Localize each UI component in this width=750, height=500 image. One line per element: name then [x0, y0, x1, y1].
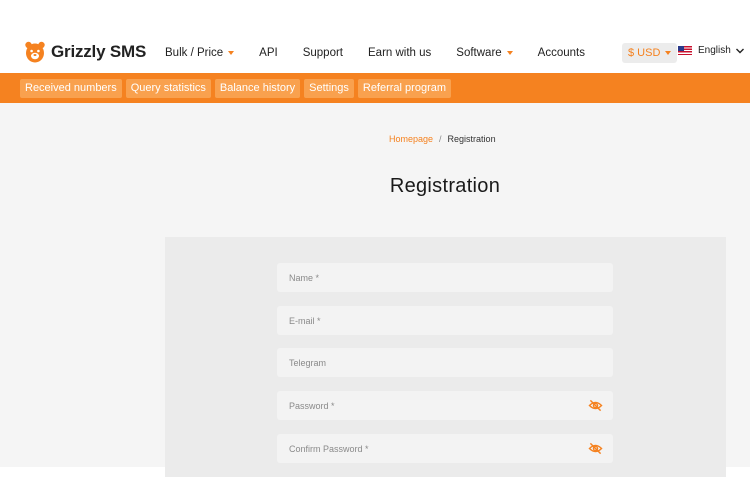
- nav-software[interactable]: Software: [456, 47, 513, 59]
- nav-accounts[interactable]: Accounts: [538, 47, 585, 59]
- logo[interactable]: Grizzly SMS: [24, 40, 146, 64]
- page-background: Grizzly SMS Bulk / Price API Support Ear…: [0, 33, 750, 477]
- confirm-password-input[interactable]: [287, 442, 581, 455]
- telegram-input[interactable]: [287, 356, 581, 369]
- breadcrumb-separator: /: [439, 134, 442, 144]
- caret-down-icon: [506, 51, 513, 55]
- brand-name: Grizzly SMS: [51, 42, 147, 61]
- nav-bulk-price[interactable]: Bulk / Price: [165, 47, 235, 59]
- account-subnav: Received numbers Query statistics Balanc…: [0, 73, 750, 103]
- breadcrumb-home[interactable]: Homepage: [389, 134, 433, 144]
- breadcrumb-current: Registration: [447, 134, 496, 144]
- subnav-query-statistics[interactable]: Query statistics: [125, 78, 211, 98]
- page-title: Registration: [389, 175, 501, 197]
- chevron-down-icon[interactable]: [735, 46, 745, 56]
- us-flag-icon: [678, 46, 692, 55]
- registration-form-panel: [165, 237, 726, 477]
- caret-down-icon: [228, 51, 235, 55]
- password-input[interactable]: [287, 399, 581, 412]
- subnav-balance-history[interactable]: Balance history: [214, 78, 301, 98]
- caret-down-icon: [665, 51, 672, 55]
- email-field: [277, 306, 613, 335]
- nav-earn-with-us[interactable]: Earn with us: [368, 47, 431, 59]
- subnav-referral-program[interactable]: Referral program: [357, 78, 452, 98]
- nav-support[interactable]: Support: [303, 47, 343, 59]
- top-navigation-bar: Grizzly SMS Bulk / Price API Support Ear…: [0, 33, 750, 73]
- eye-off-icon[interactable]: [588, 399, 603, 412]
- confirm-password-field: [277, 434, 613, 463]
- name-input[interactable]: [287, 271, 581, 284]
- bear-icon: [25, 41, 45, 63]
- name-field: [277, 263, 613, 292]
- subnav-settings[interactable]: Settings: [304, 78, 354, 98]
- nav-api[interactable]: API: [259, 47, 278, 59]
- breadcrumb: Homepage / Registration: [389, 134, 496, 144]
- subnav-received-numbers[interactable]: Received numbers: [20, 78, 122, 98]
- main-nav: Bulk / Price API Support Earn with us So…: [165, 33, 610, 73]
- eye-off-icon[interactable]: [588, 442, 603, 455]
- telegram-field: [277, 348, 613, 377]
- email-input[interactable]: [287, 314, 581, 327]
- language-selector[interactable]: English: [678, 45, 731, 56]
- password-field: [277, 391, 613, 420]
- currency-selector[interactable]: $ USD: [622, 43, 678, 63]
